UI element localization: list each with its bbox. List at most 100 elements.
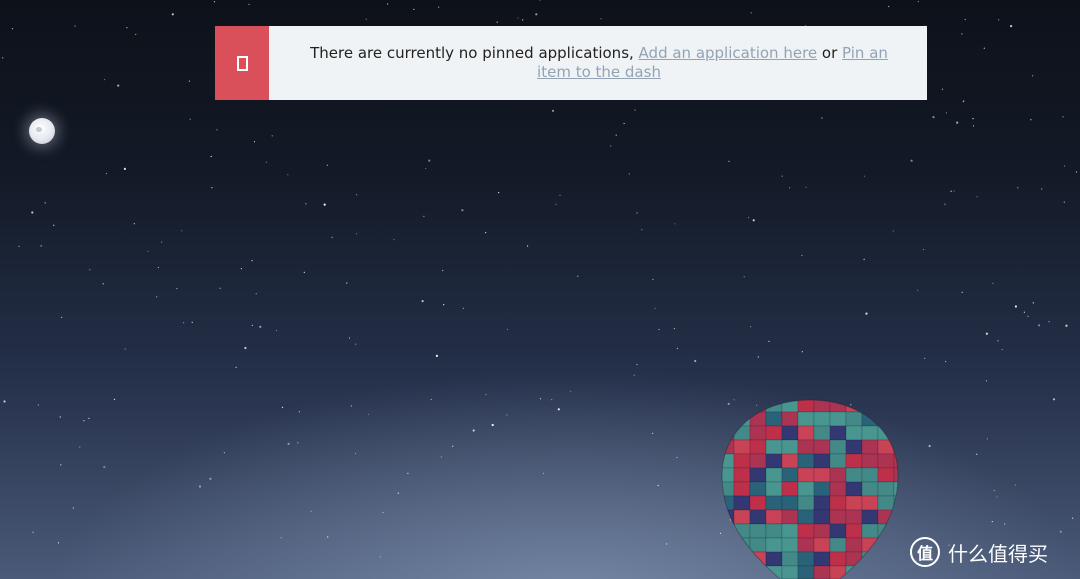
- star: [60, 464, 62, 466]
- star: [443, 304, 445, 306]
- star: [1032, 302, 1034, 304]
- balloon-panel: [893, 439, 898, 455]
- star: [485, 393, 487, 396]
- star: [135, 33, 137, 36]
- star: [636, 212, 638, 214]
- star: [157, 266, 159, 269]
- star: [615, 134, 617, 136]
- star: [365, 18, 367, 20]
- add-application-link[interactable]: Add an application here: [639, 44, 818, 62]
- star: [1032, 75, 1034, 77]
- star: [104, 79, 106, 81]
- star: [750, 326, 752, 328]
- star: [750, 12, 752, 14]
- star: [517, 17, 519, 19]
- star: [961, 33, 963, 35]
- star: [953, 190, 955, 192]
- balloon-panel: [733, 551, 751, 567]
- star: [2, 57, 4, 59]
- star: [527, 245, 529, 247]
- star: [992, 282, 994, 284]
- star: [728, 160, 730, 162]
- star: [281, 406, 284, 408]
- star: [676, 347, 679, 349]
- star: [1063, 165, 1066, 167]
- star: [89, 269, 91, 271]
- balloon-panel: [722, 411, 735, 427]
- star: [944, 203, 946, 205]
- star: [32, 531, 34, 533]
- star: [37, 404, 40, 406]
- star: [216, 129, 218, 131]
- star: [18, 245, 20, 247]
- star: [244, 346, 247, 350]
- star: [694, 359, 697, 363]
- star: [210, 155, 212, 158]
- star: [991, 521, 993, 523]
- star: [1014, 305, 1018, 308]
- star: [539, 398, 542, 400]
- star: [413, 8, 415, 10]
- balloon-panel: [733, 400, 751, 413]
- star: [251, 324, 253, 326]
- star: [1014, 484, 1017, 486]
- notice-text: There are currently no pinned applicatio…: [269, 26, 927, 100]
- star: [421, 300, 424, 303]
- star: [964, 18, 966, 21]
- star: [1072, 517, 1074, 519]
- balloon-panel: [893, 509, 898, 525]
- no-pinned-apps-notice: There are currently no pinned applicatio…: [215, 26, 927, 100]
- star: [997, 340, 999, 342]
- star: [623, 122, 625, 125]
- star: [801, 254, 803, 256]
- hot-air-balloon-image: [721, 399, 899, 579]
- star: [923, 248, 925, 251]
- star: [781, 175, 783, 177]
- star: [259, 325, 262, 328]
- star: [985, 332, 989, 335]
- star: [666, 543, 668, 545]
- balloon-panel: [877, 537, 895, 553]
- star: [472, 429, 475, 432]
- star: [123, 167, 126, 170]
- star: [61, 316, 63, 318]
- star: [428, 159, 431, 162]
- star: [506, 328, 508, 330]
- star: [181, 230, 183, 232]
- star: [768, 340, 770, 342]
- star: [1023, 311, 1025, 313]
- star: [676, 456, 678, 459]
- balloon-panel: [722, 537, 735, 553]
- star: [198, 485, 202, 488]
- star: [102, 283, 104, 285]
- star: [462, 307, 464, 309]
- star: [53, 224, 55, 226]
- star: [326, 164, 328, 166]
- phone-outline-icon: [236, 55, 248, 71]
- star: [240, 268, 242, 270]
- star: [1017, 187, 1019, 189]
- star: [393, 238, 395, 241]
- notice-message: There are currently no pinned applicatio…: [310, 44, 639, 62]
- star: [310, 510, 312, 512]
- star: [539, 0, 541, 1]
- star: [963, 100, 965, 102]
- balloon-panel: [722, 565, 735, 579]
- star: [105, 172, 107, 175]
- star: [1041, 188, 1043, 190]
- star: [355, 233, 358, 235]
- star: [287, 174, 289, 176]
- star: [452, 445, 454, 447]
- star: [213, 1, 215, 3]
- star: [743, 276, 745, 278]
- star: [323, 203, 326, 206]
- star: [1052, 398, 1056, 401]
- star: [156, 296, 158, 298]
- star: [31, 211, 34, 214]
- star: [3, 400, 6, 403]
- star: [998, 19, 1000, 21]
- star: [654, 307, 656, 309]
- star: [271, 135, 273, 137]
- watermark: 值 什么值得买: [910, 536, 1048, 568]
- star: [379, 556, 381, 558]
